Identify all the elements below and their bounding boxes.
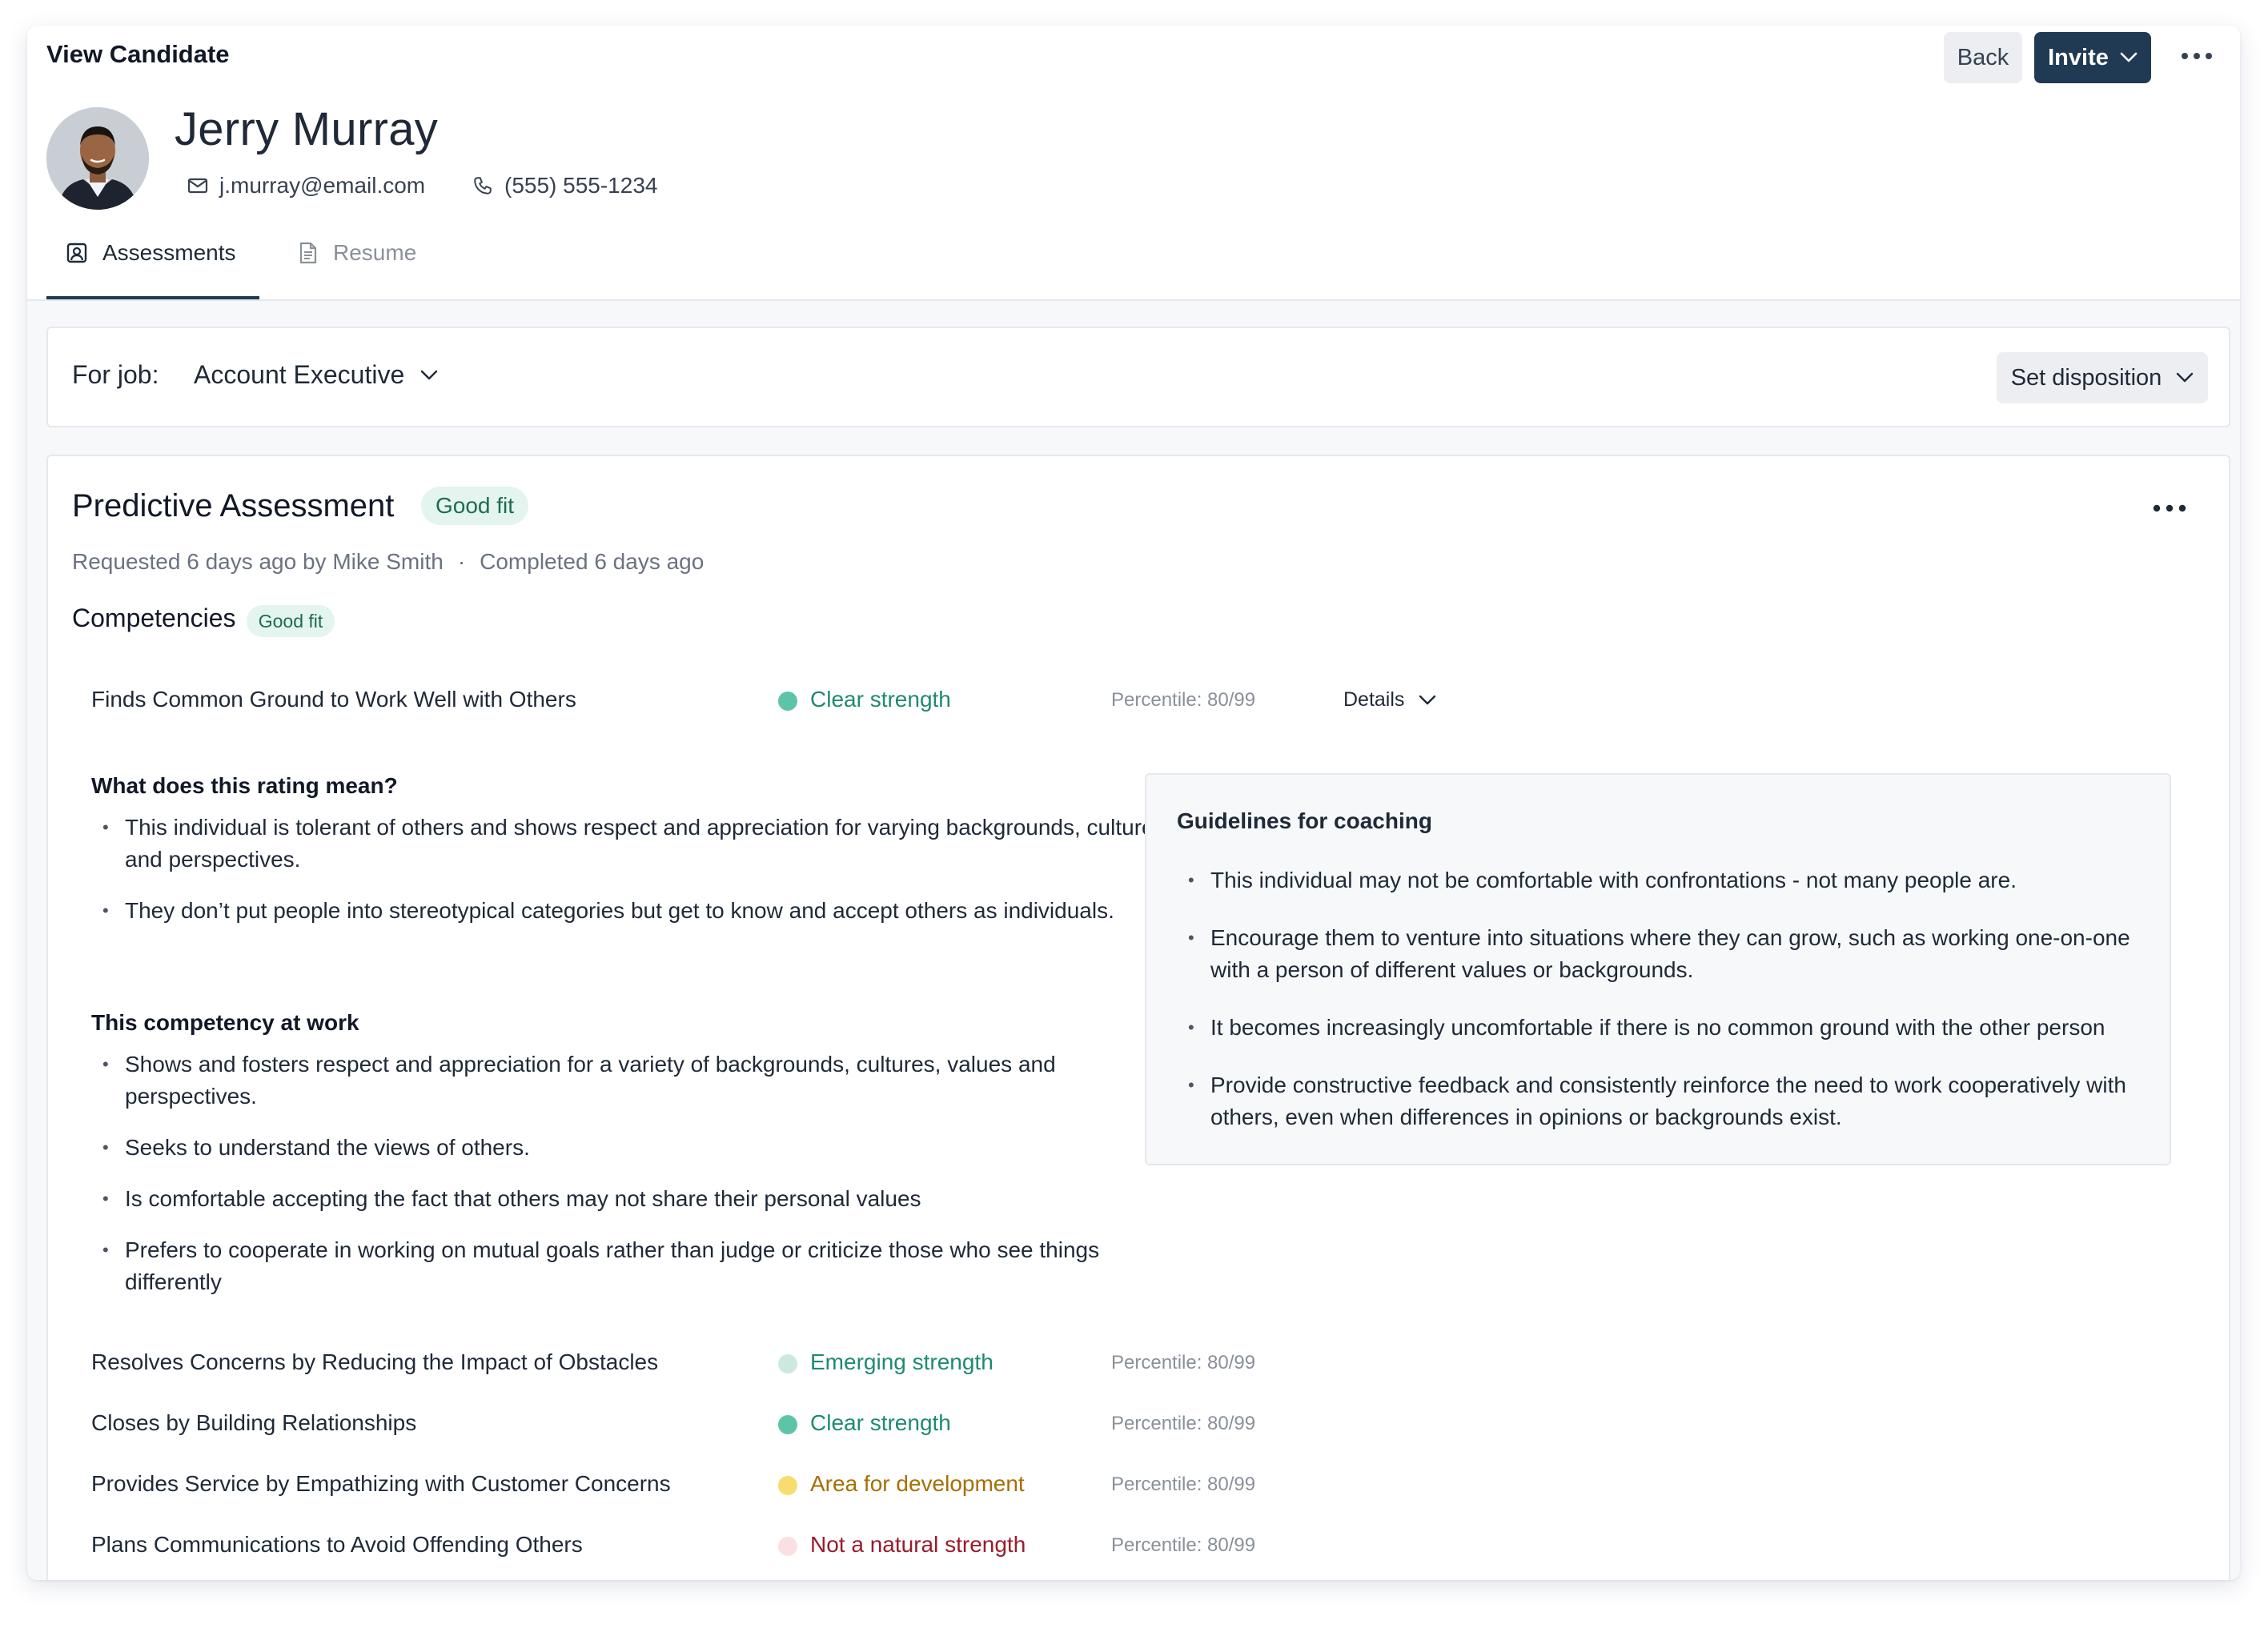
list-item: Seeks to understand the views of others. <box>91 1132 1172 1164</box>
invite-button[interactable]: Invite <box>2034 32 2151 83</box>
competency-rating: Emerging strength <box>810 1349 994 1374</box>
competencies-badge: Good fit <box>247 605 335 637</box>
at-work-list: Shows and fosters respect and appreciati… <box>91 1049 1172 1317</box>
competency-name: Plans Communications to Avoid Offending … <box>91 1532 583 1557</box>
list-item: This individual is tolerant of others an… <box>91 812 1180 876</box>
job-dropdown[interactable]: Account Executive <box>194 360 438 390</box>
rating-meaning-title: What does this rating mean? <box>91 773 398 798</box>
fit-badge: Good fit <box>421 487 528 525</box>
competency-percentile: Percentile: 80/99 <box>1111 1534 1256 1556</box>
competency-rating: Clear strength <box>810 687 951 712</box>
chevron-down-icon <box>420 370 438 381</box>
rating-dot <box>778 692 797 711</box>
competency-row[interactable]: Finds Common Ground to Work Well with Ot… <box>48 682 1649 717</box>
candidate-email: j.murray@email.com <box>219 173 426 198</box>
candidate-header: View Candidate Back Invite Jerry Murray … <box>27 26 2240 301</box>
coaching-list: This individual may not be comfortable w… <box>1177 864 2154 1159</box>
competency-name: Finds Common Ground to Work Well with Ot… <box>91 687 576 712</box>
tab-resume-label: Resume <box>333 240 417 265</box>
coaching-guidelines-panel: Guidelines for coaching This individual … <box>1145 773 2171 1165</box>
invite-label: Invite <box>2048 44 2109 70</box>
candidate-phone: (555) 555-1234 <box>504 173 658 198</box>
competency-rating: Not a natural strength <box>810 1532 1026 1557</box>
competency-percentile: Percentile: 80/99 <box>1111 1474 1256 1495</box>
email-contact[interactable]: j.murray@email.com <box>187 173 425 198</box>
details-label: Details <box>1343 688 1405 711</box>
tab-resume[interactable]: Resume <box>298 240 416 266</box>
competency-row[interactable]: Closes by Building Relationships Clear s… <box>48 1405 1649 1441</box>
job-value: Account Executive <box>194 360 405 389</box>
rating-dot <box>778 1476 797 1495</box>
coaching-title: Guidelines for coaching <box>1177 808 1432 833</box>
list-item: Is comfortable accepting the fact that o… <box>91 1183 1172 1215</box>
assessment-more-icon[interactable] <box>2146 496 2194 520</box>
competency-rating: Clear strength <box>810 1410 951 1435</box>
competency-name: Provides Service by Empathizing with Cus… <box>91 1471 671 1496</box>
list-item: Shows and fosters respect and appreciati… <box>91 1049 1172 1113</box>
competency-row[interactable]: Resolves Concerns by Reducing the Impact… <box>48 1345 1649 1380</box>
list-item: It becomes increasingly uncomfortable if… <box>1177 1012 2154 1044</box>
competency-name: Closes by Building Relationships <box>91 1410 417 1435</box>
list-item: Prefers to cooperate in working on mutua… <box>91 1234 1172 1298</box>
avatar <box>46 107 149 210</box>
back-button[interactable]: Back <box>1944 32 2022 83</box>
mail-icon <box>187 178 208 194</box>
requested-text: Requested 6 days ago by Mike Smith <box>72 549 444 574</box>
chevron-down-icon <box>2120 52 2138 63</box>
list-item: Provide constructive feedback and consis… <box>1177 1069 2154 1133</box>
chevron-down-icon <box>1419 695 1436 706</box>
details-toggle[interactable]: Details <box>1343 688 1436 712</box>
competency-percentile: Percentile: 80/99 <box>1111 1352 1256 1373</box>
competency-row[interactable]: Plans Communications to Avoid Offending … <box>48 1527 1649 1562</box>
set-disposition-button[interactable]: Set disposition <box>1997 352 2208 403</box>
document-icon <box>298 241 319 265</box>
competency-percentile: Percentile: 80/99 <box>1111 1413 1256 1434</box>
competencies-title: Competencies <box>72 603 236 632</box>
phone-contact[interactable]: (555) 555-1234 <box>472 173 657 198</box>
competency-name: Resolves Concerns by Reducing the Impact… <box>91 1349 659 1374</box>
list-item: Encourage them to venture into situation… <box>1177 922 2154 986</box>
rating-dot <box>778 1537 797 1556</box>
assessment-meta: Requested 6 days ago by Mike Smith · Com… <box>72 549 704 575</box>
page-title: View Candidate <box>46 40 230 68</box>
competency-percentile: Percentile: 80/99 <box>1111 689 1256 711</box>
tab-assessments[interactable]: Assessments <box>66 240 236 266</box>
rating-meaning-list: This individual is tolerant of others an… <box>91 812 1180 946</box>
competency-rating: Area for development <box>810 1471 1025 1496</box>
meta-separator: · <box>457 549 466 574</box>
phone-icon <box>472 175 493 196</box>
rating-dot <box>778 1354 797 1373</box>
set-disposition-label: Set disposition <box>2010 364 2162 391</box>
job-selector-card: For job: Account Executive Set dispositi… <box>46 327 2230 427</box>
job-label: For job: <box>72 360 159 389</box>
rating-dot <box>778 1415 797 1434</box>
chevron-down-icon <box>2176 372 2194 383</box>
list-item: They don’t put people into stereotypical… <box>91 895 1180 927</box>
tab-assessments-label: Assessments <box>102 240 236 265</box>
predictive-assessment-card: Predictive Assessment Good fit Requested… <box>46 455 2230 1580</box>
list-item: This individual may not be comfortable w… <box>1177 864 2154 896</box>
at-work-title: This competency at work <box>91 1010 359 1035</box>
active-tab-indicator <box>46 296 259 299</box>
candidate-window: View Candidate Back Invite Jerry Murray … <box>27 26 2240 1580</box>
competency-row[interactable]: Provides Service by Empathizing with Cus… <box>48 1466 1649 1502</box>
more-options-icon[interactable] <box>2173 43 2221 69</box>
completed-text: Completed 6 days ago <box>480 549 704 574</box>
assessment-icon <box>66 242 88 264</box>
assessment-title: Predictive Assessment <box>72 488 395 523</box>
candidate-name: Jerry Murray <box>175 103 439 155</box>
